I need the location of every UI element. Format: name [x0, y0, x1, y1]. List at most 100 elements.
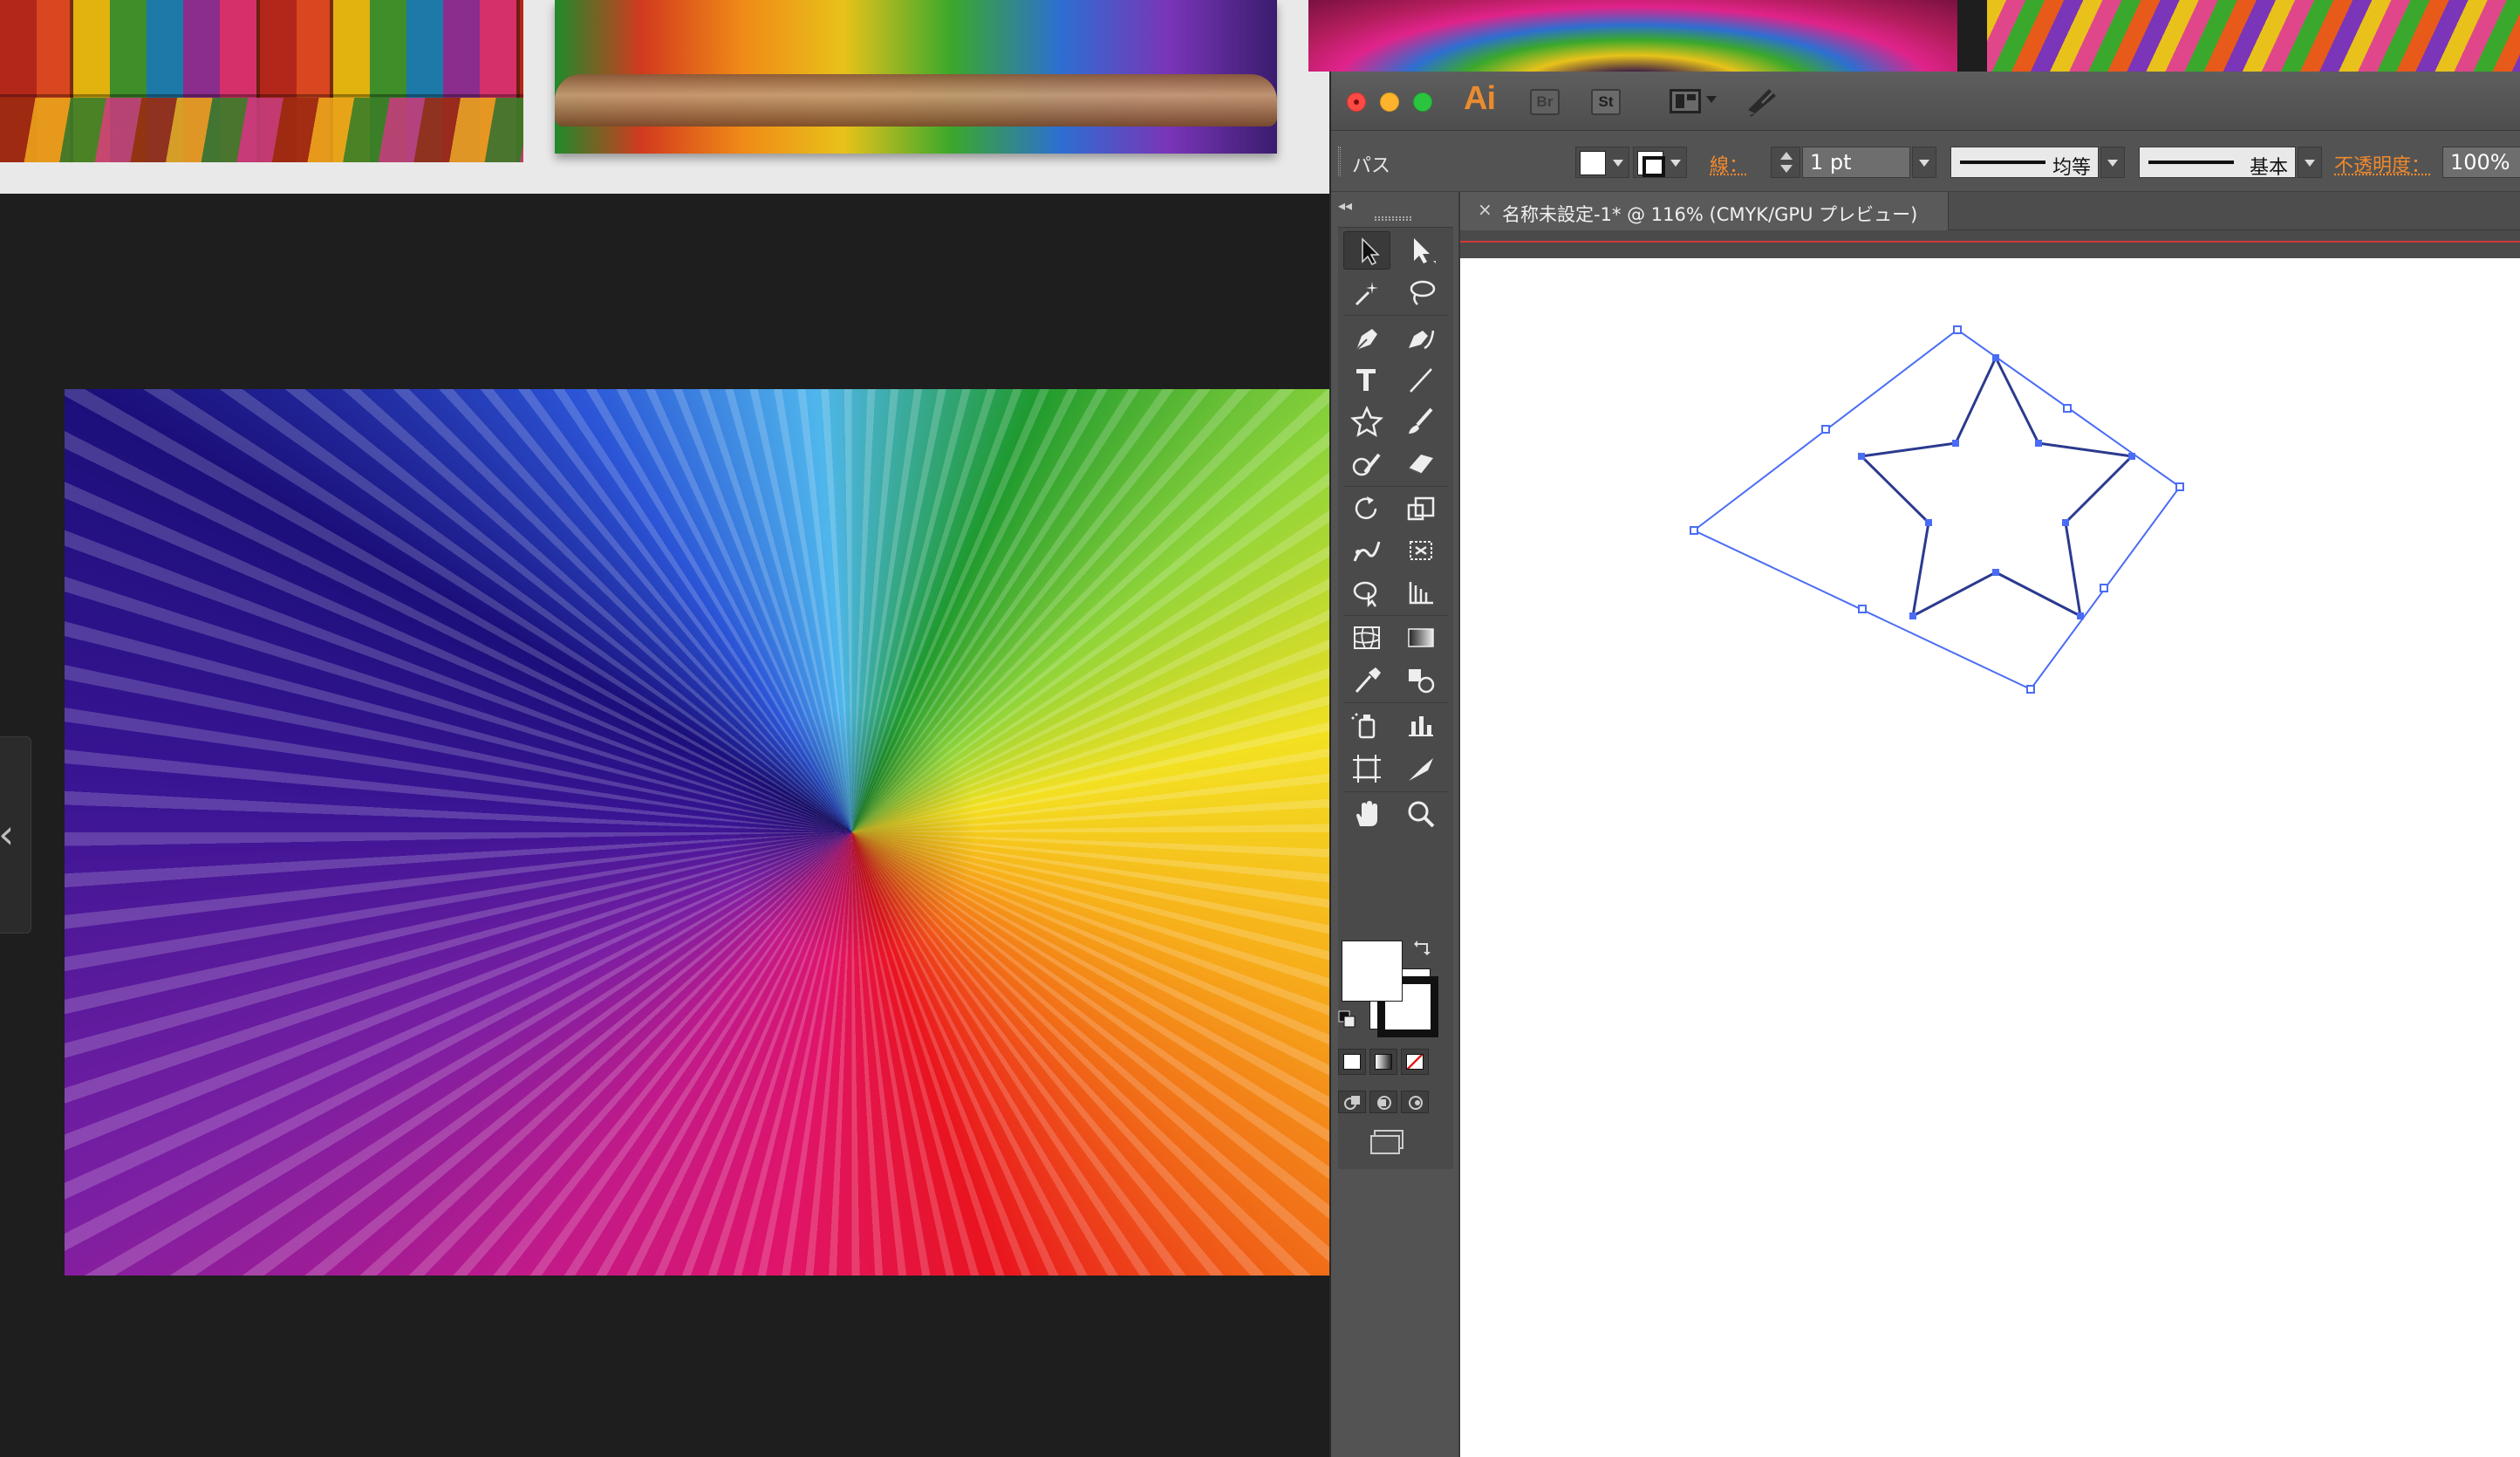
hand-icon — [1349, 798, 1384, 830]
previous-panel-tab[interactable]: ‹ — [0, 736, 31, 934]
draw-normal-icon — [1339, 1091, 1367, 1114]
bridge-button[interactable]: Br — [1530, 89, 1560, 115]
puppet-warp-tool[interactable] — [1343, 531, 1390, 570]
thumbnail-wood-planks[interactable] — [0, 0, 523, 162]
stroke-weight-stepper[interactable] — [1771, 147, 1800, 178]
window-zoom-button[interactable] — [1413, 92, 1432, 112]
scale-tool[interactable] — [1397, 489, 1444, 528]
tool-separator — [1343, 486, 1448, 487]
document-tab[interactable]: × 名称未設定-1* @ 116% (CMYK/GPU プレビュー) — [1460, 192, 1949, 230]
variable-width-profile-select[interactable]: 均等 — [1950, 147, 2099, 178]
free-transform-tool[interactable] — [1397, 531, 1444, 570]
stroke-swatch-icon — [1637, 151, 1663, 175]
zoom-tool[interactable] — [1397, 795, 1444, 833]
perspective-grid-tool[interactable] — [1397, 573, 1444, 612]
draw-inside-button[interactable] — [1401, 1091, 1429, 1113]
arrange-documents-button[interactable] — [1670, 87, 1725, 117]
brush-definition-dropdown[interactable] — [2298, 147, 2322, 178]
thumbnail-parrots[interactable] — [555, 0, 1277, 154]
selection-tool[interactable] — [1343, 231, 1390, 270]
artboard-canvas[interactable] — [1460, 230, 2520, 1457]
draw-normal-button[interactable] — [1338, 1091, 1366, 1113]
eyedropper-tool[interactable] — [1343, 660, 1390, 699]
none-button[interactable] — [1401, 1049, 1429, 1075]
anchor-point — [2077, 612, 2084, 619]
document-title: 名称未設定-1* @ 116% (CMYK/GPU プレビュー) — [1502, 201, 1917, 227]
star-tool[interactable] — [1343, 402, 1390, 441]
gradient-icon — [1403, 622, 1438, 653]
curvature-tool[interactable] — [1397, 318, 1444, 357]
tools-panel: ◂◂ — [1331, 192, 1460, 1457]
opacity-panel-link[interactable]: 不透明度： — [2334, 150, 2430, 178]
collapse-panel-icon[interactable]: ◂◂ — [1338, 199, 1352, 213]
none-mode-icon — [1406, 1054, 1424, 1070]
direct-selection-tool[interactable] — [1397, 231, 1444, 270]
window-close-button[interactable] — [1347, 92, 1366, 112]
gradient-tool[interactable] — [1397, 619, 1444, 657]
eraser-tool[interactable] — [1397, 444, 1444, 482]
profile-label: 均等 — [2052, 152, 2091, 180]
lasso-tool[interactable] — [1397, 273, 1444, 311]
eyedropper-icon — [1349, 664, 1384, 695]
line-segment-tool[interactable] — [1397, 360, 1444, 399]
default-fill-stroke-icon[interactable] — [1338, 1010, 1357, 1029]
swap-fill-stroke-icon[interactable] — [1413, 937, 1434, 958]
shape-builder-tool[interactable] — [1343, 573, 1390, 612]
anchor-point — [1909, 612, 1916, 619]
hand-tool[interactable] — [1343, 795, 1390, 833]
artwork-svg[interactable] — [1460, 258, 2520, 1457]
stock-button[interactable]: St — [1591, 89, 1621, 115]
variable-width-profile-dropdown[interactable] — [2100, 147, 2125, 178]
opacity-input[interactable]: 100% — [2442, 147, 2520, 178]
handle-top-left — [1822, 426, 1829, 433]
window-minimize-button[interactable] — [1380, 92, 1399, 112]
star-path — [1861, 358, 2132, 616]
handle-top — [1954, 326, 1961, 333]
gpu-performance-icon[interactable] — [1743, 84, 1781, 119]
symbol-sprayer-tool[interactable] — [1343, 706, 1390, 744]
lasso-icon — [1403, 277, 1438, 308]
anchor-point — [1858, 453, 1865, 460]
thumbnail-rainbow-swirl[interactable] — [1308, 0, 1957, 72]
chevron-down-icon — [1670, 160, 1681, 167]
artboard-tool[interactable] — [1343, 749, 1390, 788]
stroke-weight-input[interactable]: 1 pt — [1802, 147, 1910, 178]
stroke-panel-link[interactable]: 線： — [1710, 150, 1748, 178]
gradient-button[interactable] — [1369, 1049, 1397, 1075]
rotate-tool[interactable] — [1343, 489, 1390, 528]
puppet-warp-icon — [1349, 535, 1384, 566]
thumbnail-strip — [0, 0, 1335, 194]
document-tab-bar: × 名称未設定-1* @ 116% (CMYK/GPU プレビュー) — [1460, 192, 2520, 230]
fill-color-swatch[interactable] — [1342, 941, 1403, 1002]
control-bar-grip[interactable] — [1338, 147, 1341, 176]
stroke-weight-dropdown[interactable] — [1912, 147, 1936, 178]
color-button[interactable] — [1338, 1049, 1366, 1075]
close-document-icon[interactable]: × — [1478, 199, 1492, 220]
tool-separator — [1343, 791, 1448, 792]
pen-tool[interactable] — [1343, 318, 1390, 357]
draw-behind-button[interactable] — [1369, 1091, 1397, 1113]
column-graph-tool[interactable] — [1397, 706, 1444, 744]
blend-tool[interactable] — [1397, 660, 1444, 699]
star-icon — [1349, 406, 1384, 437]
shaper-tool[interactable] — [1343, 444, 1390, 482]
magic-wand-tool[interactable] — [1343, 273, 1390, 311]
draw-behind-icon — [1370, 1091, 1398, 1114]
stroke-color-dropdown[interactable] — [1633, 147, 1687, 178]
paintbrush-tool[interactable] — [1397, 402, 1444, 441]
free-transform-icon — [1403, 535, 1438, 566]
handle-bottom-left — [1859, 605, 1866, 612]
chevron-down-icon — [1706, 96, 1717, 103]
change-screen-mode-button[interactable] — [1368, 1127, 1411, 1159]
slice-tool[interactable] — [1397, 749, 1444, 788]
tools-panel-grip[interactable] — [1375, 216, 1411, 221]
brush-label: 基本 — [2250, 152, 2288, 180]
magic-wand-icon — [1349, 277, 1384, 308]
zoom-magnifier-icon — [1403, 798, 1438, 830]
thumbnail-rainbow-strands[interactable] — [1987, 0, 2520, 72]
type-tool[interactable] — [1343, 360, 1390, 399]
brush-definition-select[interactable]: 基本 — [2139, 147, 2296, 178]
mesh-tool[interactable] — [1343, 619, 1390, 657]
illustrator-window: Ai Br St パス 線： 1 pt 均等 基本 不透明度： 100% ◂◂ … — [1329, 72, 2520, 1457]
fill-color-dropdown[interactable] — [1575, 147, 1629, 178]
